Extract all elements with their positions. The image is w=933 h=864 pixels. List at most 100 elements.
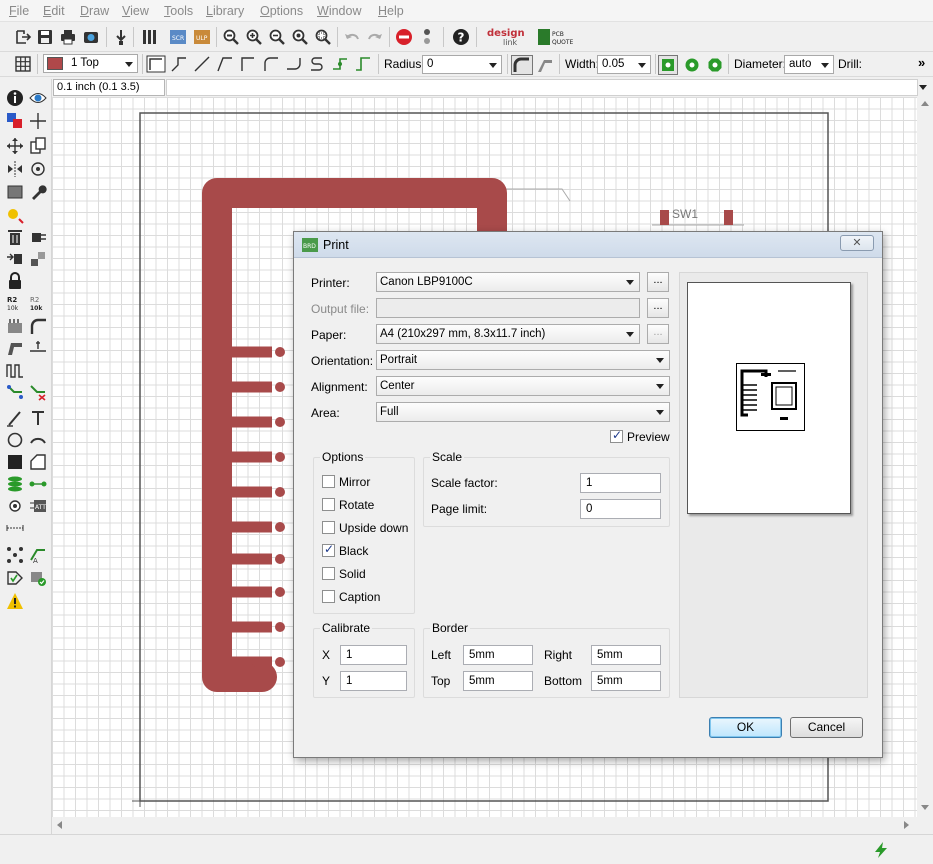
wire-icon[interactable] (6, 409, 24, 427)
signal-icon[interactable] (29, 475, 47, 493)
wire-bend-90-icon[interactable] (239, 55, 257, 73)
wire-bend-square-icon[interactable] (146, 55, 166, 73)
alignment-select[interactable]: Center (376, 376, 670, 396)
scroll-down-arrow[interactable] (921, 805, 929, 810)
add-part-icon[interactable] (29, 228, 47, 246)
menu-options[interactable]: Options (260, 4, 303, 18)
solid-checkbox[interactable] (322, 567, 335, 580)
attribute-icon[interactable]: ATT (29, 497, 47, 515)
area-select[interactable]: Full (376, 402, 670, 422)
width-select[interactable]: 0.05 (597, 55, 651, 74)
route-icon[interactable] (6, 383, 24, 401)
meander-icon[interactable] (6, 361, 24, 379)
errors-warning-icon[interactable] (6, 592, 24, 610)
redo-icon[interactable] (366, 28, 384, 46)
grid-icon[interactable] (14, 55, 32, 73)
wire-bend-90b-icon[interactable] (216, 55, 234, 73)
go-icon[interactable] (418, 28, 436, 46)
mirror-icon[interactable] (6, 160, 24, 178)
vertical-scrollbar[interactable] (917, 97, 933, 817)
output-file-browse-button[interactable]: ... (647, 298, 669, 318)
cap-flat-icon[interactable] (536, 56, 554, 74)
pcb-quote-logo[interactable]: PCBQUOTE (538, 27, 576, 47)
command-input[interactable] (166, 79, 918, 96)
help-icon[interactable]: ? (452, 28, 470, 46)
wire-bend-45-icon[interactable] (170, 55, 188, 73)
zoom-in-icon[interactable] (245, 28, 263, 46)
mirror-checkbox[interactable] (322, 475, 335, 488)
script-icon[interactable]: SCR (169, 28, 187, 46)
design-link-logo[interactable]: designlink (485, 26, 533, 48)
calibrate-y-input[interactable]: 1 (340, 671, 407, 691)
component-icon[interactable] (141, 28, 159, 46)
scroll-right-arrow[interactable] (904, 821, 909, 829)
menu-file[interactable]: File (9, 4, 29, 18)
via-round-icon[interactable] (683, 56, 701, 74)
power-flash-icon[interactable] (872, 841, 890, 859)
rotate-checkbox[interactable] (322, 498, 335, 511)
command-history-dropdown[interactable] (919, 85, 927, 90)
menu-view[interactable]: View (122, 4, 149, 18)
wire-bend-follow-icon[interactable] (331, 55, 349, 73)
hole-icon[interactable] (6, 497, 24, 515)
display-layers-icon[interactable] (6, 112, 24, 130)
ok-button[interactable]: OK (709, 717, 782, 738)
camera-icon[interactable] (82, 28, 100, 46)
lock-icon[interactable] (6, 272, 24, 290)
preview-checkbox[interactable] (610, 428, 623, 443)
caption-checkbox[interactable] (322, 590, 335, 603)
paper-select[interactable]: A4 (210x297 mm, 8.3x11.7 inch) (376, 324, 640, 344)
upside-down-checkbox[interactable] (322, 521, 335, 534)
menu-tools[interactable]: Tools (164, 4, 193, 18)
border-right-input[interactable]: 5mm (591, 645, 661, 665)
via-octagon-icon[interactable] (706, 56, 724, 74)
open-icon[interactable] (14, 28, 32, 46)
rotate-icon[interactable] (29, 160, 47, 178)
value-icon[interactable]: R210k (29, 294, 47, 312)
change-wrench-icon[interactable] (29, 183, 47, 201)
zoom-redraw-icon[interactable] (291, 28, 309, 46)
border-top-input[interactable]: 5mm (463, 671, 533, 691)
calibrate-x-input[interactable]: 1 (340, 645, 407, 665)
polygon-icon[interactable] (29, 453, 47, 471)
delete-icon[interactable] (6, 228, 24, 246)
miter-icon[interactable] (29, 317, 47, 335)
wire-bend-diagonal-icon[interactable] (193, 55, 211, 73)
toolbar-overflow-button[interactable]: » (918, 55, 925, 70)
scroll-up-arrow[interactable] (921, 101, 929, 106)
print-icon[interactable] (59, 28, 77, 46)
radius-select[interactable]: 0 (422, 55, 502, 74)
menu-help[interactable]: Help (378, 4, 404, 18)
rectangle-icon[interactable] (6, 453, 24, 471)
split-icon[interactable] (6, 339, 24, 357)
info-icon[interactable] (6, 89, 24, 107)
menu-edit[interactable]: Edit (43, 4, 65, 18)
orientation-select[interactable]: Portrait (376, 350, 670, 370)
horizontal-scrollbar[interactable] (52, 817, 917, 833)
border-left-input[interactable]: 5mm (463, 645, 533, 665)
layer-select[interactable]: 1 Top (43, 54, 138, 73)
diameter-select[interactable]: auto (784, 55, 834, 74)
replace-icon[interactable] (6, 250, 24, 268)
page-limit-input[interactable]: 0 (580, 499, 661, 519)
lock-swap-icon[interactable] (29, 250, 47, 268)
wire-bend-arc-icon[interactable] (262, 55, 280, 73)
scroll-left-arrow[interactable] (57, 821, 62, 829)
import-icon[interactable] (112, 28, 130, 46)
wire-bend-follow2-icon[interactable] (354, 55, 372, 73)
menu-library[interactable]: Library (206, 4, 244, 18)
close-button[interactable]: ✕ (840, 235, 874, 251)
undo-icon[interactable] (343, 28, 361, 46)
menu-draw[interactable]: Draw (80, 4, 109, 18)
printer-setup-button[interactable]: ... (647, 272, 669, 292)
paste-icon[interactable] (6, 206, 24, 224)
arc-icon[interactable] (29, 431, 47, 449)
via-icon[interactable] (6, 475, 24, 493)
zoom-out-icon[interactable] (268, 28, 286, 46)
dimension-icon[interactable] (6, 519, 24, 537)
copy-icon[interactable] (29, 137, 47, 155)
erc-icon[interactable] (6, 569, 24, 587)
cap-round-icon[interactable] (511, 55, 533, 75)
mark-icon[interactable] (29, 112, 47, 130)
scale-factor-input[interactable]: 1 (580, 473, 661, 493)
